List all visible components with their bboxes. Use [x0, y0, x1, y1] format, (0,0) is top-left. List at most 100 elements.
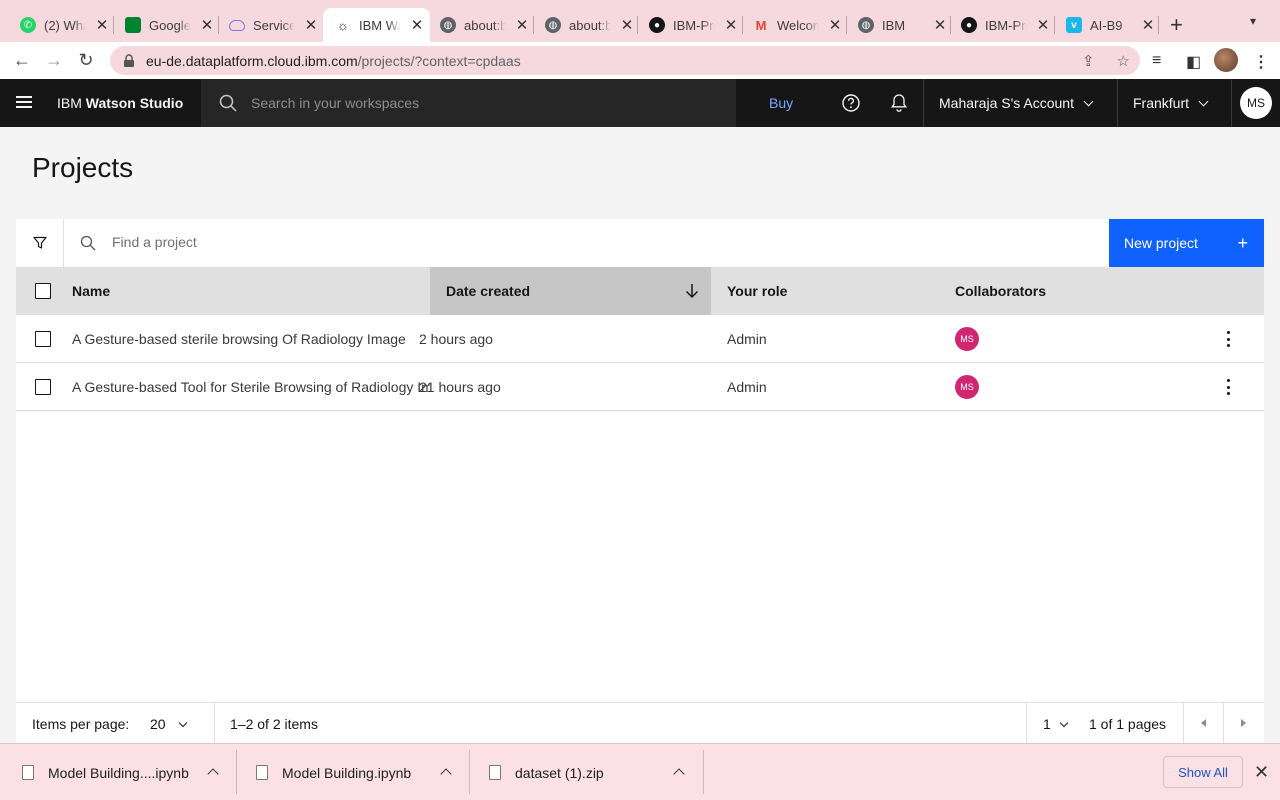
- table-empty-area: [16, 412, 1264, 702]
- filter-icon: [32, 236, 47, 249]
- star-icon[interactable]: ☆: [1117, 52, 1130, 70]
- page-select[interactable]: 1: [1043, 716, 1069, 732]
- column-header-your-role[interactable]: Your role: [727, 283, 787, 299]
- column-header-date-created[interactable]: Date created: [446, 283, 530, 299]
- collaborator-avatar[interactable]: MS: [955, 327, 979, 351]
- project-name-link[interactable]: A Gesture-based sterile browsing Of Radi…: [72, 331, 430, 347]
- row-checkbox[interactable]: [35, 379, 51, 395]
- browser-tab[interactable]: v AI-B9 ✕: [1066, 8, 1156, 42]
- new-project-button[interactable]: New project +: [1109, 219, 1264, 267]
- next-page-icon[interactable]: [1241, 719, 1246, 727]
- row-checkbox[interactable]: [35, 331, 51, 347]
- overflow-menu-icon[interactable]: [1226, 331, 1230, 347]
- side-panel-icon[interactable]: ◧: [1186, 52, 1201, 72]
- new-tab-icon[interactable]: +: [1170, 12, 1183, 38]
- tab-title: IBM Watson Studio: [359, 17, 401, 33]
- download-item[interactable]: Model Building.ipynb: [256, 744, 466, 800]
- browser-tab[interactable]: Google Meet ✕: [125, 8, 215, 42]
- tab-title: IBM-Project: [673, 17, 715, 33]
- close-icon[interactable]: ✕: [932, 16, 948, 34]
- workspace-search[interactable]: Search in your workspaces: [201, 79, 736, 127]
- close-icon[interactable]: ✕: [723, 16, 739, 34]
- show-all-button[interactable]: Show All: [1163, 756, 1243, 788]
- chevron-down-icon: [178, 718, 187, 728]
- close-icon[interactable]: ✕: [94, 16, 110, 34]
- product-name[interactable]: IBM Watson Studio: [57, 95, 183, 111]
- find-placeholder: Find a project: [112, 234, 197, 250]
- close-icon[interactable]: ✕: [514, 16, 530, 34]
- project-name-link[interactable]: A Gesture-based Tool for Sterile Browsin…: [72, 379, 430, 395]
- downloads-bar: Model Building....ipynb Model Building.i…: [0, 743, 1280, 800]
- reload-icon[interactable]: ↻: [74, 48, 98, 72]
- chevron-up-icon[interactable]: [207, 768, 219, 780]
- pagination: Items per page: 20 1–2 of 2 items 1 1 of…: [16, 702, 1264, 743]
- find-project-input[interactable]: Find a project: [80, 234, 197, 251]
- url-path: /projects/?context=cpdaas: [357, 52, 521, 69]
- url-field[interactable]: eu-de.dataplatform.cloud.ibm.com/project…: [110, 46, 1140, 75]
- gmail-icon: M: [755, 17, 767, 33]
- browser-tab[interactable]: ✆ (2) WhatsApp ✕: [20, 8, 110, 42]
- new-project-label: New project: [1124, 235, 1198, 251]
- table-header: Name Date created Your role Collaborator…: [16, 267, 1264, 315]
- chevron-up-icon[interactable]: [673, 768, 685, 780]
- chevron-down-icon[interactable]: ▾: [1250, 14, 1256, 28]
- media-icon[interactable]: ≡: [1152, 52, 1161, 70]
- browser-tab[interactable]: Service ✕: [229, 8, 319, 42]
- hamburger-menu-icon[interactable]: [16, 96, 32, 110]
- items-per-page-label: Items per page:: [32, 716, 130, 732]
- region-switcher[interactable]: Frankfurt: [1133, 95, 1209, 111]
- ibm-icon: ☼: [337, 17, 349, 33]
- close-icon[interactable]: ✕: [199, 16, 215, 34]
- google-meet-icon: [125, 17, 141, 33]
- column-header-name[interactable]: Name: [72, 283, 110, 299]
- items-per-page-select[interactable]: 20: [150, 716, 187, 732]
- chevron-up-icon[interactable]: [440, 768, 452, 780]
- close-icon[interactable]: ✕: [1035, 16, 1051, 34]
- close-icon[interactable]: ✕: [409, 16, 425, 34]
- table-row[interactable]: A Gesture-based Tool for Sterile Browsin…: [16, 363, 1264, 411]
- collaborator-avatar[interactable]: MS: [955, 375, 979, 399]
- table-row[interactable]: A Gesture-based sterile browsing Of Radi…: [16, 315, 1264, 363]
- download-filename: Model Building....ipynb: [48, 764, 189, 781]
- tab-title: IBM: [882, 17, 906, 33]
- notification-bell-icon[interactable]: [889, 93, 909, 113]
- browser-tab[interactable]: ● IBM-Project ✕: [961, 8, 1051, 42]
- browser-profile-avatar[interactable]: [1214, 48, 1238, 72]
- forward-icon[interactable]: →: [42, 48, 66, 72]
- previous-page-icon[interactable]: [1201, 719, 1206, 727]
- browser-tab-strip: ✆ (2) WhatsApp ✕ Google Meet ✕ Service ✕…: [0, 0, 1280, 42]
- browser-tab[interactable]: ◍ about:blank ✕: [545, 8, 635, 42]
- download-filename: dataset (1).zip: [515, 764, 604, 781]
- search-placeholder: Search in your workspaces: [251, 95, 420, 111]
- close-icon[interactable]: ✕: [303, 16, 319, 34]
- download-item[interactable]: Model Building....ipynb: [22, 744, 232, 800]
- share-icon[interactable]: ⇪: [1082, 52, 1095, 70]
- close-icon[interactable]: ✕: [1254, 762, 1269, 783]
- user-avatar[interactable]: MS: [1240, 87, 1272, 119]
- help-icon[interactable]: [841, 93, 861, 113]
- tab-title: Service: [253, 17, 295, 33]
- buy-link[interactable]: Buy: [769, 95, 793, 111]
- lock-icon: [124, 53, 134, 67]
- filter-button[interactable]: [16, 219, 64, 267]
- arrow-down-icon[interactable]: [684, 283, 700, 299]
- menu-icon[interactable]: ⋮: [1253, 52, 1269, 72]
- download-item[interactable]: dataset (1).zip: [489, 744, 699, 800]
- close-icon[interactable]: ✕: [827, 16, 843, 34]
- browser-tab-active[interactable]: ☼ IBM Watson Studio ✕: [323, 8, 430, 42]
- close-icon[interactable]: ✕: [1140, 16, 1156, 34]
- account-switcher[interactable]: Maharaja S's Account: [939, 95, 1094, 111]
- tab-title: IBM-Project: [985, 17, 1027, 33]
- close-icon[interactable]: ✕: [619, 16, 635, 34]
- zip-file-icon: [489, 765, 501, 780]
- whatsapp-icon: ✆: [20, 17, 36, 33]
- back-icon[interactable]: ←: [10, 48, 34, 72]
- browser-tab[interactable]: ◍ about:blank ✕: [440, 8, 530, 42]
- column-header-collaborators[interactable]: Collaborators: [955, 283, 1046, 299]
- browser-tab[interactable]: ◍ IBM ✕: [858, 8, 948, 42]
- item-range: 1–2 of 2 items: [230, 716, 318, 732]
- browser-tab[interactable]: M Welcome ✕: [753, 8, 843, 42]
- overflow-menu-icon[interactable]: [1226, 379, 1230, 395]
- browser-tab[interactable]: ● IBM-Project ✕: [649, 8, 739, 42]
- select-all-checkbox[interactable]: [35, 283, 51, 299]
